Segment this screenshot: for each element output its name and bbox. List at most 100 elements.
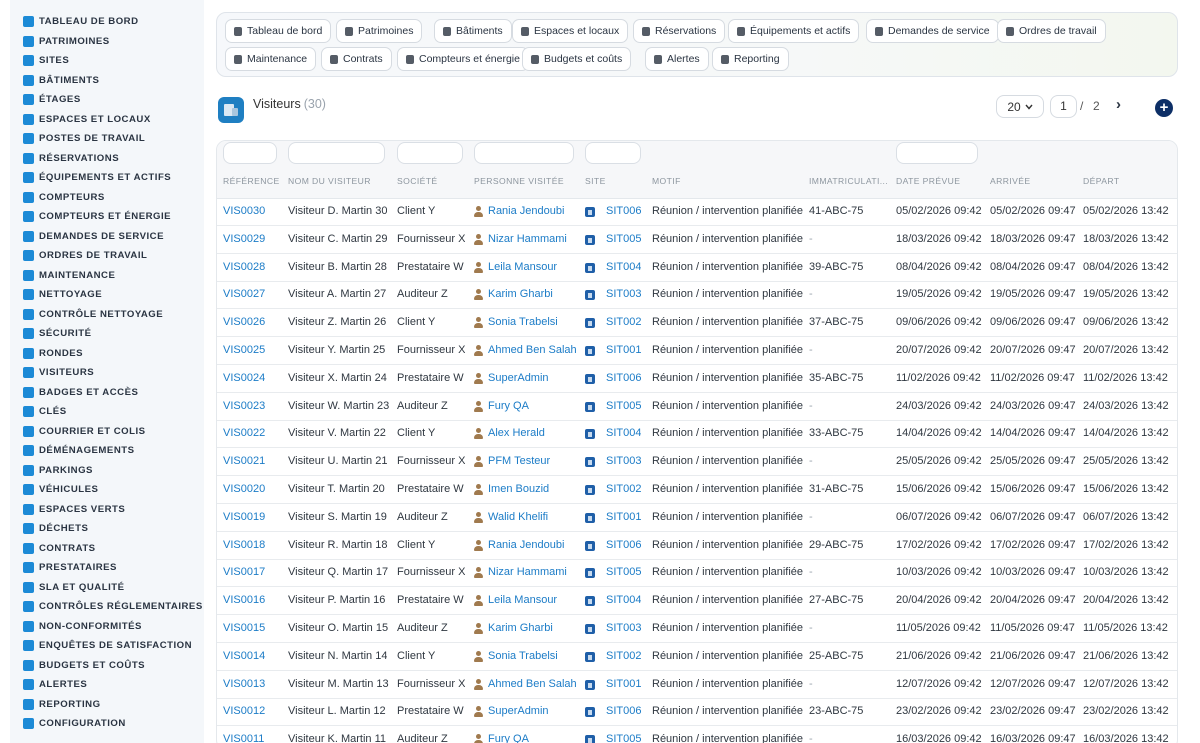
sidebar-item-budgets-et-co-ts[interactable]: BUDGETS ET COÛTS xyxy=(23,657,203,673)
sidebar-item-configuration[interactable]: CONFIGURATION xyxy=(23,715,203,731)
module-reservations-button[interactable]: Réservations xyxy=(633,19,726,43)
sidebar-item-ordres-de-travail[interactable]: ORDRES DE TRAVAIL xyxy=(23,247,203,263)
table-row[interactable]: VIS0017 Visiteur Q. Martin 17 Fournisseur … xyxy=(217,559,1177,588)
site-link[interactable]: SIT001 xyxy=(606,678,641,690)
sidebar-item-contrats[interactable]: CONTRATS xyxy=(23,540,203,556)
module-maintenance-button[interactable]: Maintenance xyxy=(225,47,317,71)
visited-person-link[interactable]: Fury QA xyxy=(488,400,529,412)
reference-link[interactable]: VIS0011 xyxy=(223,733,264,743)
module-reporting-button[interactable]: Reporting xyxy=(712,47,789,71)
visited-person-link[interactable]: Rania Jendoubi xyxy=(488,205,564,217)
reference-link[interactable]: VIS0025 xyxy=(223,344,265,356)
sidebar-item-compteurs-et-nergie[interactable]: COMPTEURS ET ÉNERGIE xyxy=(23,208,203,224)
sidebar-item-contr-le-nettoyage[interactable]: CONTRÔLE NETTOYAGE xyxy=(23,306,203,322)
reference-link[interactable]: VIS0028 xyxy=(223,261,265,273)
site-link[interactable]: SIT004 xyxy=(606,594,641,606)
module-demandes-de-service-button[interactable]: Demandes de service xyxy=(866,19,999,43)
sidebar-item-compteurs[interactable]: COMPTEURS xyxy=(23,189,203,205)
visited-person-link[interactable]: Karim Gharbi xyxy=(488,288,553,300)
site-link[interactable]: SIT004 xyxy=(606,427,641,439)
module-alertes-button[interactable]: Alertes xyxy=(645,47,709,71)
sidebar-item-tableau-de-bord[interactable]: TABLEAU DE BORD xyxy=(23,13,203,29)
sidebar-item-sites[interactable]: SITES xyxy=(23,52,203,68)
company-filter[interactable] xyxy=(397,142,463,164)
visited-person-link[interactable]: Alex Herald xyxy=(488,427,545,439)
sidebar-item-b-timents[interactable]: BÂTIMENTS xyxy=(23,72,203,88)
column-header[interactable]: ARRIVÉE xyxy=(990,176,1080,186)
column-header[interactable]: SOCIÉTÉ xyxy=(397,176,472,186)
sidebar-item-visiteurs[interactable]: VISITEURS xyxy=(23,364,203,380)
reference-link[interactable]: VIS0019 xyxy=(223,511,265,523)
visited-person-link[interactable]: Nizar Hammami xyxy=(488,566,567,578)
visited-person-link[interactable]: Ahmed Ben Salah xyxy=(488,344,577,356)
site-link[interactable]: SIT003 xyxy=(606,455,641,467)
visited-person-link[interactable]: Rania Jendoubi xyxy=(488,539,564,551)
site-link[interactable]: SIT002 xyxy=(606,650,641,662)
column-header[interactable]: SITE xyxy=(585,176,645,186)
reference-link[interactable]: VIS0029 xyxy=(223,233,265,245)
site-link[interactable]: SIT005 xyxy=(606,566,641,578)
sidebar-item-d-m-nagements[interactable]: DÉMÉNAGEMENTS xyxy=(23,442,203,458)
table-row[interactable]: VIS0025 Visiteur Y. Martin 25 Fournisseur … xyxy=(217,337,1177,365)
sidebar-item-non-conformit-s[interactable]: NON-CONFORMITÉS xyxy=(23,618,203,634)
table-row[interactable]: VIS0020 Visiteur T. Martin 20 Prestataire … xyxy=(217,476,1177,504)
visited-person-filter[interactable] xyxy=(474,142,574,164)
site-link[interactable]: SIT005 xyxy=(606,233,641,245)
reference-link[interactable]: VIS0017 xyxy=(223,566,265,578)
module-batiments-button[interactable]: Bâtiments xyxy=(434,19,512,43)
visited-person-link[interactable]: Leila Mansour xyxy=(488,594,557,606)
visited-person-link[interactable]: Sonia Trabelsi xyxy=(488,650,558,662)
column-header[interactable]: PERSONNE VISITÉE xyxy=(474,176,579,186)
reference-link[interactable]: VIS0027 xyxy=(223,288,265,300)
site-link[interactable]: SIT006 xyxy=(606,372,641,384)
visited-person-link[interactable]: PFM Testeur xyxy=(488,455,550,467)
sidebar-item-courrier-et-colis[interactable]: COURRIER ET COLIS xyxy=(23,423,203,439)
site-link[interactable]: SIT001 xyxy=(606,344,641,356)
visited-person-link[interactable]: Imen Bouzid xyxy=(488,483,549,495)
module-espaces-et-locaux-button[interactable]: Espaces et locaux xyxy=(512,19,629,43)
table-row[interactable]: VIS0015 Visiteur O. Martin 15 Auditeur Z Ka… xyxy=(217,615,1177,643)
module-ordres-de-travail-button[interactable]: Ordres de travail xyxy=(997,19,1106,43)
sidebar-item-demandes-de-service[interactable]: DEMANDES DE SERVICE xyxy=(23,228,203,244)
column-header[interactable]: IMMATRICULATI... xyxy=(809,176,891,186)
visited-person-link[interactable]: Karim Gharbi xyxy=(488,622,553,634)
reference-link[interactable]: VIS0026 xyxy=(223,316,265,328)
sidebar-item-reporting[interactable]: REPORTING xyxy=(23,696,203,712)
sidebar-item-nettoyage[interactable]: NETTOYAGE xyxy=(23,286,203,302)
site-link[interactable]: SIT003 xyxy=(606,288,641,300)
reference-link[interactable]: VIS0013 xyxy=(223,678,265,690)
add-visitor-button[interactable]: + xyxy=(1155,99,1173,117)
reference-link[interactable]: VIS0015 xyxy=(223,622,265,634)
table-row[interactable]: VIS0024 Visiteur X. Martin 24 Prestataire … xyxy=(217,365,1177,393)
column-header[interactable]: MOTIF xyxy=(652,176,802,186)
table-row[interactable]: VIS0018 Visiteur R. Martin 18 Client Y Rani… xyxy=(217,532,1177,560)
module-contrats-button[interactable]: Contrats xyxy=(321,47,392,71)
sidebar-item-postes-de-travail[interactable]: POSTES DE TRAVAIL xyxy=(23,130,203,146)
module-tableau-de-bord-button[interactable]: Tableau de bord xyxy=(225,19,332,43)
table-row[interactable]: VIS0028 Visiteur B. Martin 28 Prestataire … xyxy=(217,254,1177,282)
sidebar-item-parkings[interactable]: PARKINGS xyxy=(23,462,203,478)
sidebar-item-prestataires[interactable]: PRESTATAIRES xyxy=(23,559,203,575)
reference-link[interactable]: VIS0022 xyxy=(223,427,265,439)
table-row[interactable]: VIS0016 Visiteur P. Martin 16 Prestataire … xyxy=(217,587,1177,616)
visited-person-link[interactable]: Walid Khelifi xyxy=(488,511,548,523)
site-link[interactable]: SIT006 xyxy=(606,539,641,551)
module-equipements-et-actifs-button[interactable]: Équipements et actifs xyxy=(728,19,860,43)
site-filter[interactable] xyxy=(585,142,641,164)
site-link[interactable]: SIT004 xyxy=(606,261,641,273)
planned-date-filter[interactable] xyxy=(896,142,978,164)
sidebar-item-contr-les-r-glementaires[interactable]: CONTRÔLES RÉGLEMENTAIRES xyxy=(23,598,203,614)
site-link[interactable]: SIT006 xyxy=(606,705,641,717)
table-row[interactable]: VIS0026 Visiteur Z. Martin 26 Client Y Soni… xyxy=(217,309,1177,338)
visited-person-link[interactable]: Fury QA xyxy=(488,733,529,743)
reference-link[interactable]: VIS0016 xyxy=(223,594,265,606)
sidebar-item-r-servations[interactable]: RÉSERVATIONS xyxy=(23,150,203,166)
page-size-select[interactable]: 20 xyxy=(996,95,1044,118)
reference-link[interactable]: VIS0014 xyxy=(223,650,265,662)
reference-link[interactable]: VIS0020 xyxy=(223,483,265,495)
table-row[interactable]: VIS0013 Visiteur M. Martin 13 Fournisseur … xyxy=(217,671,1177,699)
visited-person-link[interactable]: Ahmed Ben Salah xyxy=(488,678,577,690)
reference-link[interactable]: VIS0012 xyxy=(223,705,265,717)
next-page-button[interactable]: › xyxy=(1116,96,1130,114)
sidebar-item-quipements-et-actifs[interactable]: ÉQUIPEMENTS ET ACTIFS xyxy=(23,169,203,185)
